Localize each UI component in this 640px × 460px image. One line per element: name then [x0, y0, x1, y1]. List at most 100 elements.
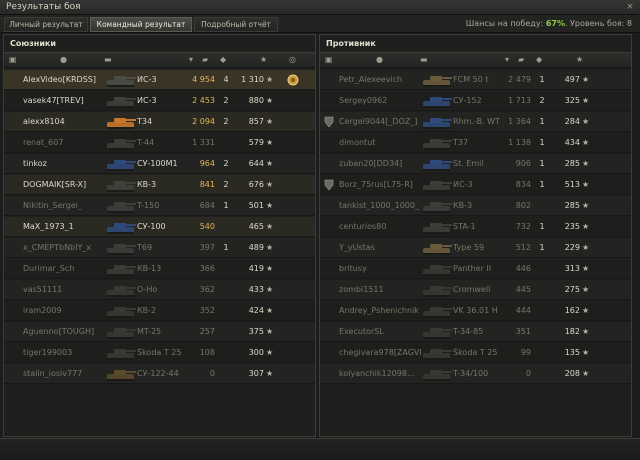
table-row[interactable]: tinkoz СУ-100М1 964 2 644 ★ [4, 154, 315, 174]
tab-personal-result[interactable]: Личный результат [4, 17, 88, 32]
vehicle-name: T-34/100 [453, 369, 489, 378]
vehicle-name: ИС-3 [137, 96, 157, 105]
player-name[interactable]: Sergey0962 [339, 96, 421, 105]
table-row[interactable]: AlexVideo[KRDSS] ИС-3 4 954 4 1 310 ★ [4, 70, 315, 90]
table-row[interactable]: tankist_1000_1000_ КВ-3 802 285 ★ [320, 196, 631, 216]
table-row[interactable]: centurios80 STA-1 732 1 235 ★ [320, 217, 631, 237]
kills-value: 1 [539, 180, 545, 189]
table-row[interactable]: Petr_Alexeevich FCM 50 t 2 479 1 497 ★ [320, 70, 631, 90]
player-name[interactable]: zombi1511 [339, 285, 421, 294]
table-row[interactable]: Durimar_Sch КВ-13 366 419 ★ [4, 259, 315, 279]
damage-value: 1 331 [192, 138, 215, 147]
player-name[interactable]: MaX_1973_1 [23, 222, 105, 231]
player-name[interactable]: Durimar_Sch [23, 264, 105, 273]
xp-star-icon[interactable]: ★ [260, 55, 267, 64]
table-row[interactable]: Andrey_Pshenichnik VK 36.01 H 444 162 ★ [320, 301, 631, 321]
player-name[interactable]: chegivara978[ZAGVR] [339, 348, 421, 357]
player-name[interactable]: tankist_1000_1000_ [339, 201, 421, 210]
player-name[interactable]: Y_yUstas [339, 243, 421, 252]
table-row[interactable]: Y_yUstas Type 59 512 1 229 ★ [320, 238, 631, 258]
table-row[interactable]: Nikitin_Sergei_ T-150 684 1 501 ★ [4, 196, 315, 216]
window-titlebar: Результаты боя × [0, 0, 640, 15]
table-row[interactable]: vas51111 O-Ho 362 433 ★ [4, 280, 315, 300]
player-name[interactable]: dimontut [339, 138, 421, 147]
player-name[interactable]: tinkoz [23, 159, 105, 168]
damage-icon[interactable]: ▰ [518, 55, 524, 64]
medal-icon[interactable] [286, 73, 300, 87]
player-name[interactable]: stalin_iosiv777 [23, 369, 105, 378]
player-name[interactable]: centurios80 [339, 222, 421, 231]
platoon-icon[interactable]: ▣ [9, 55, 17, 64]
player-name[interactable]: Petr_Alexeevich [339, 75, 421, 84]
table-row[interactable]: kolyanchik12098... T-34/100 0 208 ★ [320, 364, 631, 384]
table-row[interactable]: Aguenno[TOUGH] MT-25 257 375 ★ [4, 322, 315, 342]
vehicle-name: КВ-2 [137, 306, 157, 315]
damage-value: 0 [525, 369, 531, 378]
table-row[interactable]: zombi1511 Cromwell 445 275 ★ [320, 280, 631, 300]
table-row[interactable]: zuban20[DD34] St. Emil 906 1 285 ★ [320, 154, 631, 174]
player-name[interactable]: britusy [339, 264, 421, 273]
player-name[interactable]: Aguenno[TOUGH] [23, 327, 105, 336]
player-name[interactable]: DOGMAIK[SR-X] [23, 180, 105, 189]
player-icon[interactable]: ● [376, 55, 383, 64]
table-row[interactable]: vasek47[TREV] ИС-3 2 453 2 880 ★ [4, 91, 315, 111]
player-icon[interactable]: ● [60, 55, 67, 64]
player-name[interactable]: kolyanchik12098... [339, 369, 421, 378]
player-name[interactable]: ExecutorSL [339, 327, 421, 336]
player-name[interactable]: alexx8104 [23, 117, 105, 126]
table-row[interactable]: alexx8104 T34 2 094 2 857 ★ [4, 112, 315, 132]
xp-value: 229 [564, 243, 580, 252]
tank-icon [423, 76, 452, 87]
tab-team-result[interactable]: Командный результат [90, 17, 192, 32]
player-name[interactable]: zuban20[DD34] [339, 159, 421, 168]
xp-star-icon: ★ [582, 138, 590, 147]
xp-star-icon: ★ [582, 348, 590, 357]
player-name[interactable]: Cergei9044[_DOZ_] [339, 117, 421, 126]
tank-icon [107, 160, 136, 171]
player-name[interactable]: x_CMEPTbNbIY_x [23, 243, 105, 252]
table-row[interactable]: chegivara978[ZAGVR] Škoda T 25 99 135 ★ [320, 343, 631, 363]
player-name[interactable]: tiger199003 [23, 348, 105, 357]
tank-icon [423, 244, 452, 255]
vehicle-name: T34 [137, 117, 153, 126]
xp-star-icon[interactable]: ★ [576, 55, 583, 64]
platoon-icon[interactable]: ▣ [325, 55, 333, 64]
xp-star-icon: ★ [266, 201, 274, 210]
kills-value: 2 [539, 96, 545, 105]
kills-icon[interactable]: ◆ [536, 55, 542, 64]
xp-value: 497 [564, 75, 580, 84]
table-row[interactable]: Cergei9044[_DOZ_] Rhm.-B. WT 1 364 1 284 ★ [320, 112, 631, 132]
sort-arrow-icon[interactable]: ▾ [189, 55, 193, 64]
damage-value: 0 [209, 369, 215, 378]
player-name[interactable]: vasek47[TREV] [23, 96, 105, 105]
player-name[interactable]: Andrey_Pshenichnik [339, 306, 421, 315]
table-row[interactable]: Sergey0962 СУ-152 1 713 2 325 ★ [320, 91, 631, 111]
table-row[interactable]: iram2009 КВ-2 352 424 ★ [4, 301, 315, 321]
table-row[interactable]: MaX_1973_1 СУ-100 540 465 ★ [4, 217, 315, 237]
player-name[interactable]: AlexVideo[KRDSS] [23, 75, 105, 84]
medal-col-icon[interactable]: ◎ [289, 55, 296, 64]
table-row[interactable]: Borz_75rus[L75-R] ИС-3 834 1 513 ★ [320, 175, 631, 195]
kills-icon[interactable]: ◆ [220, 55, 226, 64]
table-row[interactable]: ExecutorSL T-34-85 351 182 ★ [320, 322, 631, 342]
tank-icon[interactable]: ▬ [420, 55, 428, 64]
table-row[interactable]: x_CMEPTbNbIY_x T69 397 1 489 ★ [4, 238, 315, 258]
player-name[interactable]: iram2009 [23, 306, 105, 315]
player-name[interactable]: renat_607 [23, 138, 105, 147]
table-row[interactable]: tiger199003 Škoda T 25 108 300 ★ [4, 343, 315, 363]
table-row[interactable]: dimontut T37 1 138 1 434 ★ [320, 133, 631, 153]
table-row[interactable]: stalin_iosiv777 СУ-122-44 0 307 ★ [4, 364, 315, 384]
table-row[interactable]: renat_607 T-44 1 331 579 ★ [4, 133, 315, 153]
player-name[interactable]: Borz_75rus[L75-R] [339, 180, 421, 189]
table-row[interactable]: DOGMAIK[SR-X] КВ-3 841 2 676 ★ [4, 175, 315, 195]
tank-icon [107, 139, 136, 150]
player-name[interactable]: Nikitin_Sergei_ [23, 201, 105, 210]
player-name[interactable]: vas51111 [23, 285, 105, 294]
close-icon[interactable]: × [624, 1, 636, 13]
tank-icon[interactable]: ▬ [104, 55, 112, 64]
sort-arrow-icon[interactable]: ▾ [505, 55, 509, 64]
damage-icon[interactable]: ▰ [202, 55, 208, 64]
tab-detailed-report[interactable]: Подробный отчёт [194, 17, 278, 32]
table-row[interactable]: britusy Panther II 446 313 ★ [320, 259, 631, 279]
damage-value: 444 [515, 306, 531, 315]
